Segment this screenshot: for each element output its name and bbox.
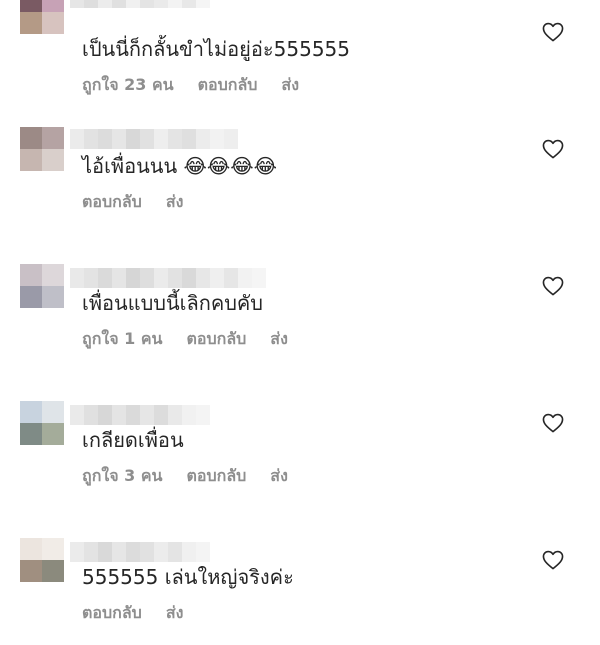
- heart-icon[interactable]: [542, 139, 566, 161]
- username-blurred[interactable]: [70, 268, 266, 288]
- username-blurred[interactable]: [70, 542, 210, 562]
- comment-text: ไอ้เพื่อนนน 😂😂😂😂: [82, 154, 277, 178]
- like-count[interactable]: ถูกใจ 3 คน: [82, 466, 162, 485]
- send-button[interactable]: ส่ง: [166, 603, 184, 622]
- comment-text: เพื่อนแบบนี้เลิกคบคับ: [82, 291, 264, 315]
- avatar[interactable]: [20, 264, 64, 308]
- comment-item: 555555 เล่นใหญ่จริงค่ะ ตอบกลับ ส่ง: [0, 528, 600, 645]
- username-blurred[interactable]: [70, 129, 238, 149]
- comment-text: เกลียดเพื่อน: [82, 428, 184, 452]
- comment-text: เป็นนี่ก็กลั้นขำไม่อยู่อ่ะ555555: [82, 37, 350, 61]
- comment-item: เพื่อนแบบนี้เลิกคบคับ ถูกใจ 1 คน ตอบกลับ ส…: [0, 254, 600, 391]
- comment-text: 555555 เล่นใหญ่จริงค่ะ: [82, 565, 294, 589]
- reply-button[interactable]: ตอบกลับ: [82, 603, 142, 622]
- comment-meta: ถูกใจ 23 คน ตอบกลับ ส่ง: [82, 74, 299, 96]
- send-button[interactable]: ส่ง: [166, 192, 184, 211]
- reply-button[interactable]: ตอบกลับ: [186, 329, 246, 348]
- avatar[interactable]: [20, 0, 64, 34]
- reply-button[interactable]: ตอบกลับ: [82, 192, 142, 211]
- avatar[interactable]: [20, 538, 64, 582]
- username-blurred[interactable]: [70, 405, 210, 425]
- comment-item: ไอ้เพื่อนนน 😂😂😂😂 ตอบกลับ ส่ง: [0, 117, 600, 254]
- comment-meta: ถูกใจ 3 คน ตอบกลับ ส่ง: [82, 465, 288, 487]
- comment-item: เป็นนี่ก็กลั้นขำไม่อยู่อ่ะ555555 ถูกใจ 2…: [0, 0, 600, 117]
- comment-meta: ตอบกลับ ส่ง: [82, 191, 183, 213]
- reply-button[interactable]: ตอบกลับ: [198, 75, 258, 94]
- heart-icon[interactable]: [542, 276, 566, 298]
- send-button[interactable]: ส่ง: [281, 75, 299, 94]
- reply-button[interactable]: ตอบกลับ: [186, 466, 246, 485]
- comment-meta: ตอบกลับ ส่ง: [82, 602, 183, 624]
- heart-icon[interactable]: [542, 550, 566, 572]
- comment-item: เกลียดเพื่อน ถูกใจ 3 คน ตอบกลับ ส่ง: [0, 391, 600, 528]
- like-count[interactable]: ถูกใจ 23 คน: [82, 75, 174, 94]
- avatar[interactable]: [20, 401, 64, 445]
- heart-icon[interactable]: [542, 22, 566, 44]
- avatar[interactable]: [20, 127, 64, 171]
- username-blurred[interactable]: [70, 0, 210, 8]
- heart-icon[interactable]: [542, 413, 566, 435]
- like-count[interactable]: ถูกใจ 1 คน: [82, 329, 162, 348]
- comment-meta: ถูกใจ 1 คน ตอบกลับ ส่ง: [82, 328, 288, 350]
- send-button[interactable]: ส่ง: [270, 466, 288, 485]
- send-button[interactable]: ส่ง: [270, 329, 288, 348]
